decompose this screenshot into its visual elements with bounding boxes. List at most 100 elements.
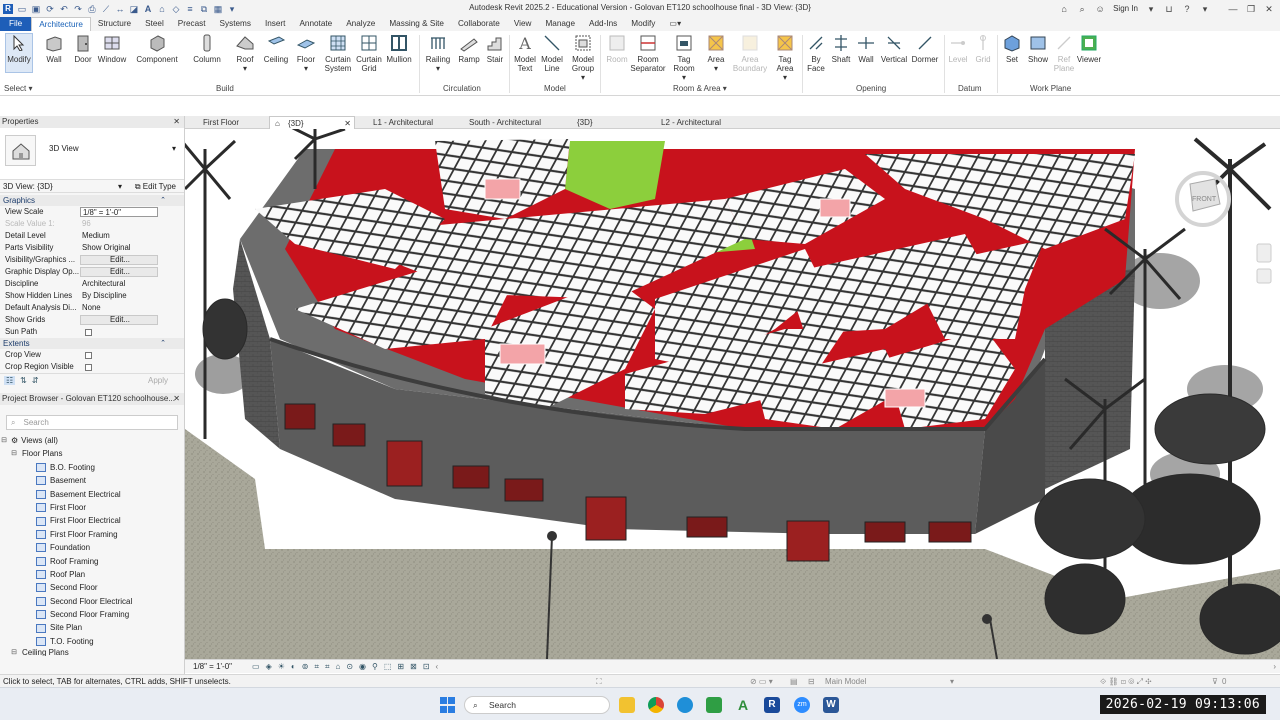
tag-area-button[interactable]: Tag Area ▾ <box>772 34 798 82</box>
steering-wheel-icon[interactable] <box>1256 243 1272 263</box>
component-button[interactable]: Component <box>135 34 179 64</box>
group-room-area-label[interactable]: Room & Area ▾ <box>673 84 727 93</box>
word-icon[interactable]: W <box>823 697 839 713</box>
chevron-down-icon[interactable]: ▾ <box>1146 4 1156 14</box>
view-scale-input[interactable]: 1/8" = 1'-0" <box>80 207 158 217</box>
tab-structure[interactable]: Structure <box>91 17 138 31</box>
set-button[interactable]: Set <box>1000 34 1024 64</box>
autodesk-a-icon[interactable]: A <box>735 697 751 713</box>
reveal-hidden-icon[interactable]: ◉ <box>359 662 366 671</box>
tree-ceiling-plans[interactable]: ⊟ Ceiling Plans <box>0 648 184 656</box>
revit-logo-icon[interactable]: R <box>3 3 13 14</box>
detail-level-select[interactable]: Medium <box>80 230 184 242</box>
crop-visible-icon[interactable]: ⌗ <box>325 662 330 672</box>
chevron-down-icon[interactable]: ▾ <box>1200 4 1210 14</box>
section-icon[interactable]: ◇ <box>171 4 181 14</box>
curtain-system-button[interactable]: Curtain System <box>323 34 353 73</box>
undo-icon[interactable]: ↶ <box>59 4 69 14</box>
tree-item[interactable]: Basement <box>0 474 184 487</box>
railing-button[interactable]: Railing ▾ <box>424 34 452 73</box>
apply-button[interactable]: Apply <box>148 374 168 387</box>
tree-item[interactable]: Site Plan <box>0 621 184 634</box>
wall-button[interactable]: Wall <box>44 34 64 64</box>
collapse-icon[interactable]: ⊟ <box>10 447 18 460</box>
ramp-button[interactable]: Ramp <box>457 34 481 64</box>
tab-l1-architectural[interactable]: L1 - Architectural <box>359 116 453 129</box>
tree-item[interactable]: B.O. Footing <box>0 461 184 474</box>
collapse-icon[interactable]: ⌃ <box>160 338 166 349</box>
by-face-button[interactable]: By Face <box>805 34 827 73</box>
area-boundary-button[interactable]: Area Boundary <box>730 34 770 73</box>
tree-views-all[interactable]: ⊟ ⚙ Views (all) <box>0 434 184 447</box>
render-icon[interactable]: ⊚ <box>302 662 309 671</box>
windows-start-icon[interactable] <box>440 697 456 713</box>
revit-taskbar-icon[interactable]: R <box>764 697 780 713</box>
detail-level-icon[interactable]: ▭ <box>252 662 260 671</box>
tree-item[interactable]: Second Floor Framing <box>0 608 184 621</box>
tab-precast[interactable]: Precast <box>171 17 213 31</box>
chevron-down-icon[interactable]: ▾ <box>172 144 176 153</box>
cart-icon[interactable]: ⊔ <box>1164 4 1174 14</box>
crop-view-checkbox[interactable] <box>85 352 92 359</box>
tab-l2-architectural[interactable]: L2 - Architectural <box>647 116 741 129</box>
tab-systems[interactable]: Systems <box>213 17 258 31</box>
collapse-icon[interactable]: ⊟ <box>10 648 18 656</box>
minimize-icon[interactable]: — <box>1228 4 1238 14</box>
tree-item[interactable]: First Floor <box>0 501 184 514</box>
sort-alpha-icon[interactable]: ⇵ <box>32 376 39 385</box>
scroll-right-icon[interactable]: › <box>1273 662 1276 671</box>
zoom-icon[interactable] <box>1256 268 1272 284</box>
show-grids-edit-button[interactable]: Edit... <box>80 315 158 325</box>
print-icon[interactable]: ⎙ <box>87 4 97 14</box>
shadows-icon[interactable]: ◐ <box>291 662 296 671</box>
parts-visibility-select[interactable]: Show Original <box>80 242 184 254</box>
temp-hide-icon[interactable]: ⊙ <box>346 662 353 671</box>
room-separator-button[interactable]: Room Separator <box>630 34 666 73</box>
evernote-icon[interactable] <box>706 697 722 713</box>
constraints-icon[interactable]: ⊠ <box>410 662 417 671</box>
system-clock[interactable]: 2026-02-19 09:13:06 <box>1099 695 1266 714</box>
ref-plane-button[interactable]: Ref Plane <box>1052 34 1076 73</box>
scroll-left-icon[interactable]: ‹ <box>436 662 439 671</box>
sign-in-link[interactable]: Sign In <box>1113 4 1138 13</box>
redo-icon[interactable]: ↷ <box>73 4 83 14</box>
tab-architecture[interactable]: Architecture <box>31 17 91 31</box>
tree-item[interactable]: Second Floor Electrical <box>0 595 184 608</box>
stair-button[interactable]: Stair <box>484 34 506 64</box>
crop-region-checkbox[interactable] <box>85 364 92 371</box>
close-hidden-icon[interactable]: ⧉ <box>199 4 209 14</box>
tree-item[interactable]: Basement Electrical <box>0 488 184 501</box>
tree-item[interactable]: Foundation <box>0 541 184 554</box>
sun-path-icon[interactable]: ☀ <box>278 662 285 671</box>
tree-item[interactable]: T.O. Footing <box>0 635 184 648</box>
crop-view-icon[interactable]: ⌗ <box>314 662 319 672</box>
window-button[interactable]: Window <box>97 34 127 64</box>
edit-type-button[interactable]: ⧉ Edit Type <box>135 180 176 193</box>
analysis-select[interactable]: None <box>80 302 184 314</box>
wall-opening-button[interactable]: Wall <box>855 34 877 64</box>
room-button[interactable]: Room <box>605 34 629 64</box>
tab-steel[interactable]: Steel <box>138 17 171 31</box>
file-explorer-icon[interactable] <box>619 697 635 713</box>
highlight-icon[interactable]: ⬚ <box>384 662 392 671</box>
roof-button[interactable]: Roof ▾ <box>234 34 256 73</box>
sun-path-checkbox[interactable] <box>85 329 92 336</box>
hidden-lines-select[interactable]: By Discipline <box>80 290 184 302</box>
instance-selector[interactable]: 3D View: {3D} ▾ ⧉ Edit Type <box>0 180 184 193</box>
text-icon[interactable]: A <box>143 4 153 14</box>
ribbon-options-icon[interactable]: ▭▾ <box>662 17 688 31</box>
tab-massing-site[interactable]: Massing & Site <box>382 17 451 31</box>
browser-search-input[interactable]: ⌕ Search <box>6 415 178 430</box>
save-icon[interactable]: ▣ <box>31 4 41 14</box>
door-button[interactable]: Door <box>72 34 94 64</box>
user-icon[interactable]: ☺ <box>1095 4 1105 14</box>
modify-button[interactable]: Modify <box>5 33 33 73</box>
tree-item[interactable]: Second Floor <box>0 581 184 594</box>
chevron-down-icon[interactable]: ▾ <box>118 180 122 193</box>
graphic-display-edit-button[interactable]: Edit... <box>80 267 158 277</box>
tab-add-ins[interactable]: Add-Ins <box>582 17 624 31</box>
hide-analytical-icon[interactable]: ⊡ <box>423 662 430 671</box>
restore-icon[interactable]: ❐ <box>1246 4 1256 14</box>
level-button[interactable]: Level <box>947 34 969 64</box>
visual-style-icon[interactable]: ◈ <box>266 662 272 671</box>
